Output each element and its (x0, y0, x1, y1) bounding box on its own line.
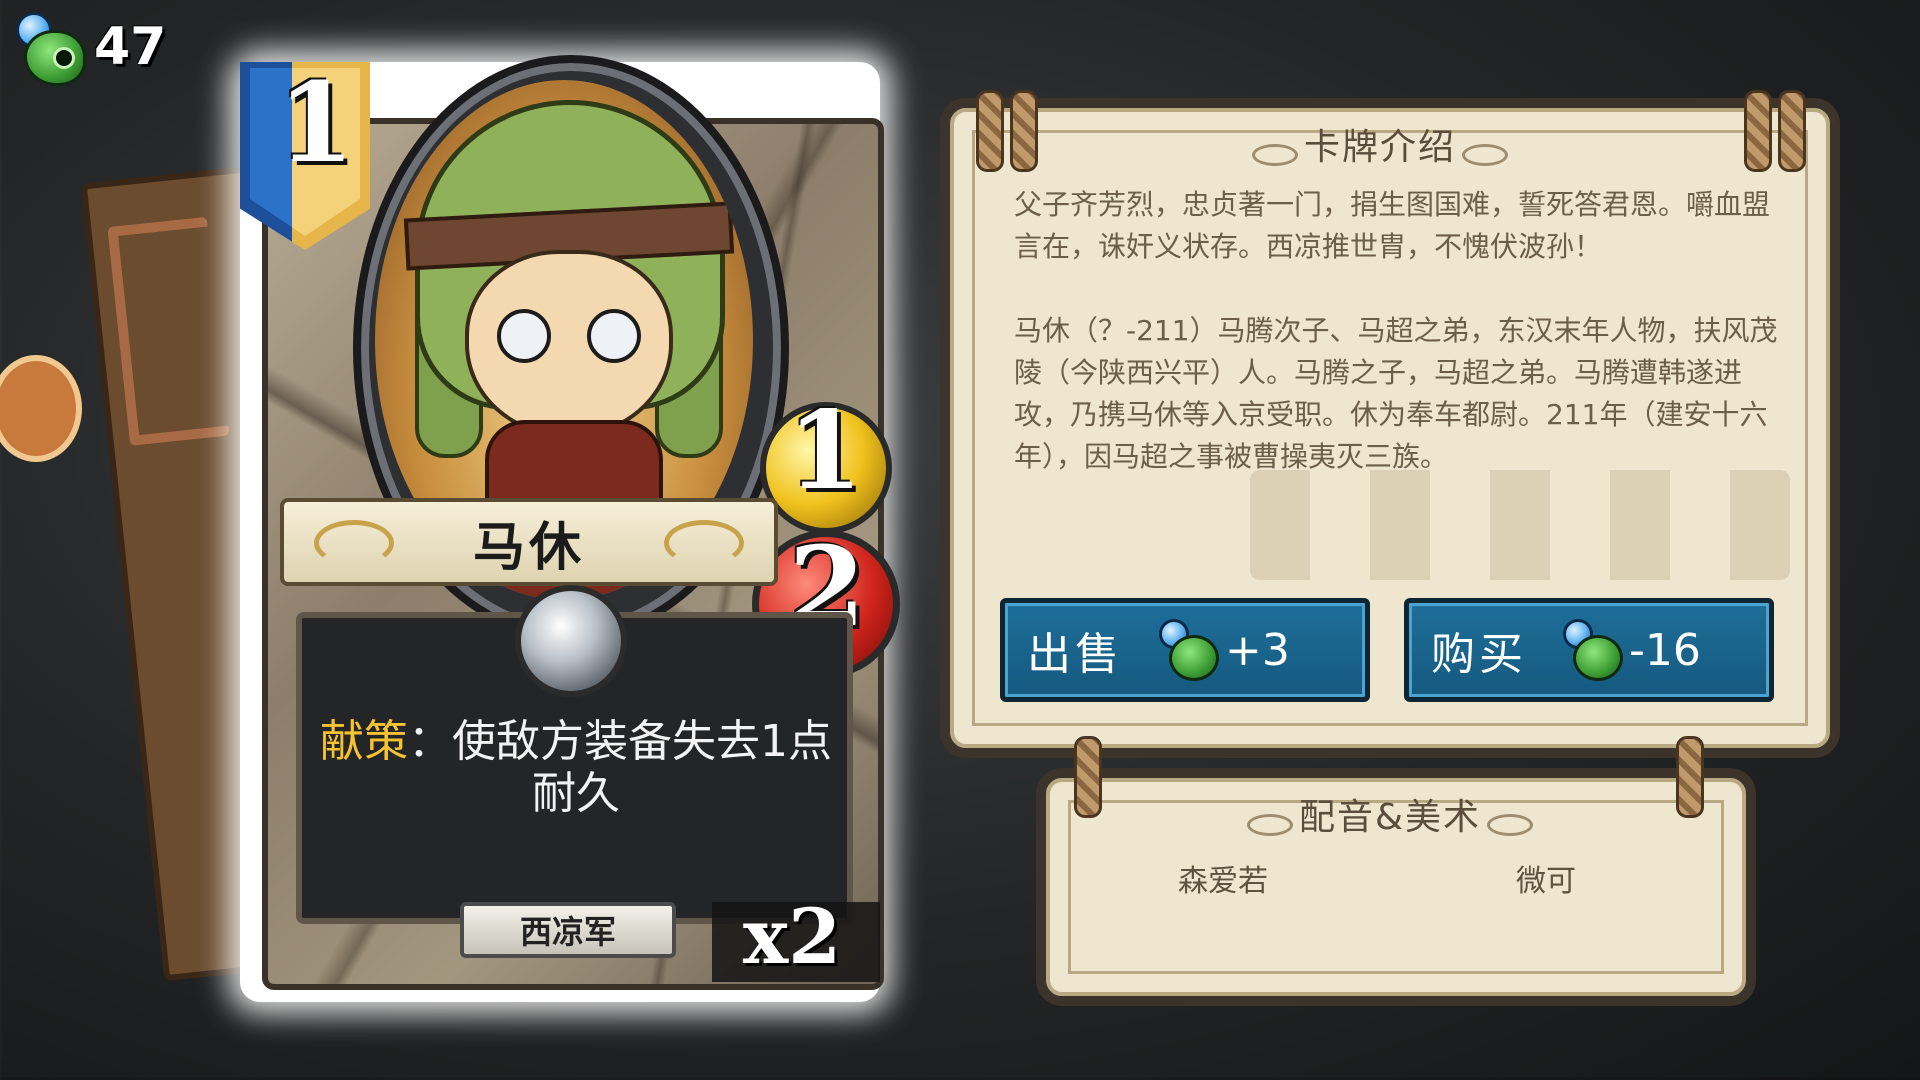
credits-title: 配音&美术 (1298, 797, 1482, 838)
rope-icon (1744, 90, 1772, 172)
artist-name: 微可 (1516, 864, 1576, 899)
faction-plate: 西凉军 (460, 902, 676, 958)
gem-currency-icon (10, 8, 88, 86)
ornament-icon (1487, 813, 1534, 836)
ornament-icon (1462, 143, 1508, 166)
card-name: 马休 (472, 517, 585, 578)
currency-amount: 47 (94, 17, 167, 77)
rope-icon (1676, 736, 1704, 818)
ornament-icon (1246, 813, 1293, 836)
card-cost: 1 (277, 58, 355, 187)
buy-cost: -16 (1629, 624, 1701, 676)
card-attack: 1 (787, 388, 863, 514)
card-biography: 马休（？-211）马腾次子、马超之弟，东汉末年人物，扶风茂陵（今陕西兴平）人。马… (1014, 314, 1778, 473)
ability-description: 献策：使敌方装备失去1点耐久 (320, 716, 832, 819)
buy-button[interactable]: 购买 -16 (1404, 598, 1774, 702)
sell-button[interactable]: 出售 +3 (1000, 598, 1370, 702)
faction-label: 西凉军 (519, 913, 616, 951)
rope-icon (1074, 736, 1102, 818)
voice-actor-name: 森爱若 (1178, 864, 1268, 899)
credits-header: 配音&美术 (1240, 788, 1540, 840)
rope-icon (1778, 90, 1806, 172)
gem-socket-icon (515, 585, 627, 697)
currency-display: 47 (10, 8, 166, 86)
sell-button-label: 出售 (1027, 629, 1123, 680)
ornament-icon (1251, 143, 1298, 166)
card-poem: 父子齐芳烈，忠贞著一门，捐生图国难，誓死答君恩。嚼血盟言在，诛奸义状存。西凉推世… (1014, 188, 1771, 263)
rope-icon (976, 90, 1004, 172)
ability-text: 使敌方装备失去1点耐久 (452, 716, 832, 819)
ability-keyword: 献策 (320, 716, 408, 767)
sell-value: +3 (1225, 624, 1290, 676)
decorative-pattern (1250, 470, 1790, 580)
card-copies-count: x2 (742, 892, 842, 981)
info-panel-header: 卡牌介绍 (1240, 118, 1520, 170)
gem-currency-icon (1561, 619, 1623, 681)
card-name-banner: 马休 (280, 498, 778, 586)
rope-icon (1010, 90, 1038, 172)
buy-button-label: 购买 (1431, 629, 1527, 680)
gem-currency-icon (1157, 619, 1219, 681)
info-panel-title: 卡牌介绍 (1303, 127, 1456, 168)
